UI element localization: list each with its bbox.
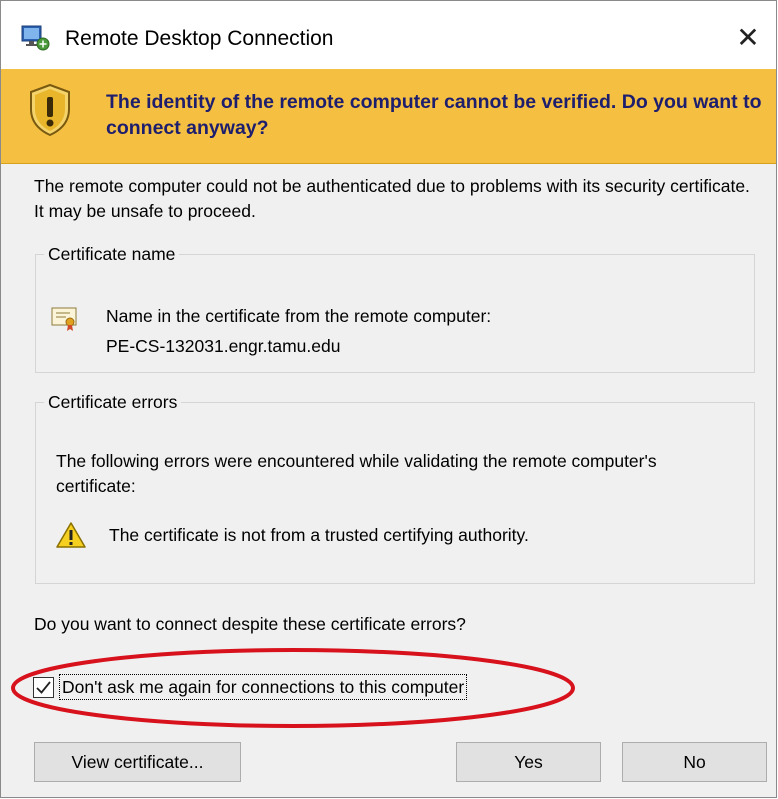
title-bar: Remote Desktop Connection ✕ bbox=[1, 1, 776, 69]
certificate-name-group: Certificate name Name in the certificate… bbox=[35, 244, 755, 373]
certificate-name-legend: Certificate name bbox=[44, 244, 180, 265]
close-icon[interactable]: ✕ bbox=[720, 15, 776, 59]
certificate-errors-group: Certificate errors The following errors … bbox=[35, 392, 755, 584]
certificate-errors-description: The following errors were encountered wh… bbox=[56, 451, 657, 496]
view-certificate-button[interactable]: View certificate... bbox=[34, 742, 241, 782]
dont-ask-again-label[interactable]: Don't ask me again for connections to th… bbox=[59, 674, 468, 700]
certificate-name-value: PE-CS-132031.engr.tamu.edu bbox=[106, 336, 341, 356]
banner-message: The identity of the remote computer cann… bbox=[106, 91, 762, 139]
checkmark-icon bbox=[36, 680, 51, 694]
dialog-body: The remote computer could not be authent… bbox=[1, 164, 776, 797]
no-button[interactable]: No bbox=[622, 742, 767, 782]
certificate-error-item: The certificate is not from a trusted ce… bbox=[109, 525, 529, 545]
dont-ask-again-option[interactable]: Don't ask me again for connections to th… bbox=[33, 673, 468, 701]
certificate-name-info: Name in the certificate from the remote … bbox=[106, 301, 491, 361]
yes-button[interactable]: Yes bbox=[456, 742, 601, 782]
certificate-errors-legend: Certificate errors bbox=[44, 392, 182, 413]
remote-desktop-icon bbox=[21, 25, 51, 51]
warning-icon bbox=[56, 521, 86, 549]
dont-ask-again-checkbox[interactable] bbox=[33, 676, 54, 698]
certificate-name-label: Name in the certificate from the remote … bbox=[106, 306, 492, 326]
rdc-certificate-dialog: Remote Desktop Connection ✕ The identity… bbox=[0, 0, 777, 798]
window-title: Remote Desktop Connection bbox=[65, 27, 334, 50]
certificate-icon bbox=[50, 305, 80, 333]
warning-banner: The identity of the remote computer cann… bbox=[1, 69, 776, 164]
connect-question: Do you want to connect despite these cer… bbox=[34, 614, 466, 634]
security-warning-shield-icon bbox=[28, 83, 72, 137]
intro-text: The remote computer could not be authent… bbox=[34, 176, 750, 221]
